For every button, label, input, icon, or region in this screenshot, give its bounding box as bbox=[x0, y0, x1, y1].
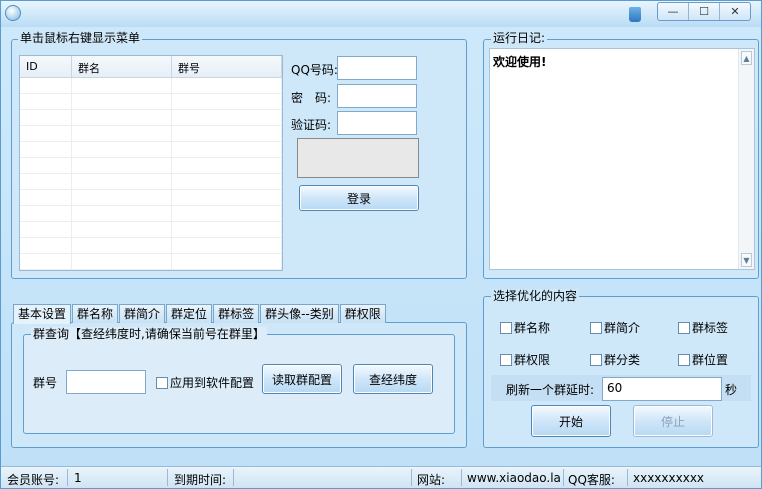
group-number-label: 群号 bbox=[33, 376, 58, 390]
read-group-config-button[interactable]: 读取群配置 bbox=[262, 364, 342, 394]
option-label: 群分类 bbox=[604, 353, 641, 367]
apply-config-checkbox[interactable]: 应用到软件配置 bbox=[156, 374, 254, 391]
option-group-location[interactable]: 群位置 bbox=[678, 351, 728, 368]
group-number-input[interactable] bbox=[66, 370, 146, 394]
password-label: 密 码: bbox=[291, 91, 332, 105]
column-group-number[interactable]: 群号 bbox=[172, 56, 282, 77]
table-row bbox=[20, 238, 282, 254]
check-coordinates-button[interactable]: 查经纬度 bbox=[353, 364, 433, 394]
tab-group-name[interactable]: 群名称 bbox=[72, 304, 119, 323]
captcha-input[interactable] bbox=[337, 111, 417, 135]
tab-group-intro[interactable]: 群简介 bbox=[119, 304, 166, 323]
table-header: ID 群名 群号 bbox=[20, 56, 282, 78]
option-group-name[interactable]: 群名称 bbox=[500, 319, 550, 336]
status-divider bbox=[67, 469, 68, 486]
option-group-intro[interactable]: 群简介 bbox=[590, 319, 640, 336]
table-row bbox=[20, 110, 282, 126]
title-bar: — ☐ ✕ bbox=[1, 1, 761, 27]
qq-label: QQ号码: bbox=[291, 63, 338, 77]
delay-unit: 秒 bbox=[725, 383, 738, 397]
table-row bbox=[20, 78, 282, 94]
apply-config-label: 应用到软件配置 bbox=[170, 376, 255, 390]
checkbox-icon bbox=[500, 321, 512, 334]
scroll-down-icon[interactable]: ▼ bbox=[741, 253, 752, 267]
app-logo-icon bbox=[5, 5, 21, 21]
status-divider bbox=[627, 469, 628, 486]
table-row bbox=[20, 94, 282, 110]
status-divider bbox=[167, 469, 168, 486]
log-panel-title: 运行日记: bbox=[491, 31, 548, 45]
qq-number-input[interactable] bbox=[337, 56, 417, 80]
captcha-image[interactable] bbox=[297, 138, 419, 178]
member-label: 会员账号: bbox=[7, 473, 60, 487]
status-bar: 会员账号: 1 到期时间: 网站: www.xiaodao.la QQ客服: x… bbox=[1, 466, 761, 488]
option-label: 群标签 bbox=[692, 321, 729, 335]
table-row bbox=[20, 142, 282, 158]
tab-group-permission[interactable]: 群权限 bbox=[339, 304, 386, 323]
option-label: 群权限 bbox=[514, 353, 551, 367]
table-row bbox=[20, 254, 282, 270]
status-divider bbox=[233, 469, 234, 486]
window-controls: — ☐ ✕ bbox=[657, 2, 751, 21]
member-value: 1 bbox=[74, 471, 82, 485]
checkbox-icon bbox=[500, 353, 512, 366]
log-textarea[interactable]: 欢迎使用! ▲ ▼ bbox=[489, 48, 755, 270]
table-row bbox=[20, 174, 282, 190]
log-scrollbar[interactable]: ▲ ▼ bbox=[738, 49, 754, 269]
tab-group-tags[interactable]: 群标签 bbox=[213, 304, 260, 323]
qq-service-value: xxxxxxxxxx bbox=[633, 471, 705, 485]
site-label: 网站: bbox=[417, 473, 446, 487]
option-label: 群简介 bbox=[604, 321, 641, 335]
checkbox-icon bbox=[590, 353, 602, 366]
checkbox-icon bbox=[590, 321, 602, 334]
checkbox-icon bbox=[678, 321, 690, 334]
qq-service-label: QQ客服: bbox=[568, 473, 615, 487]
app-window: — ☐ ✕ 单击鼠标右键显示菜单 ID 群名 群号 QQ号码: 密 码: 验证码… bbox=[0, 0, 762, 489]
delay-input[interactable]: 60 bbox=[602, 377, 722, 401]
stop-button[interactable]: 停止 bbox=[633, 405, 713, 437]
optimize-panel-title: 选择优化的内容 bbox=[491, 289, 580, 303]
table-row bbox=[20, 126, 282, 142]
group-table[interactable]: ID 群名 群号 bbox=[19, 55, 283, 271]
expire-label: 到期时间: bbox=[174, 473, 227, 487]
table-row bbox=[20, 158, 282, 174]
site-link[interactable]: www.xiaodao.la bbox=[467, 471, 561, 485]
table-row bbox=[20, 222, 282, 238]
table-row bbox=[20, 190, 282, 206]
option-group-permission[interactable]: 群权限 bbox=[500, 351, 550, 368]
login-button[interactable]: 登录 bbox=[299, 185, 419, 211]
status-divider bbox=[461, 469, 462, 486]
status-divider bbox=[563, 469, 564, 486]
tab-group-location[interactable]: 群定位 bbox=[166, 304, 213, 323]
table-panel-title: 单击鼠标右键显示菜单 bbox=[18, 31, 143, 45]
option-label: 群位置 bbox=[692, 353, 729, 367]
checkbox-icon bbox=[156, 376, 168, 389]
status-divider bbox=[411, 469, 412, 486]
tab-group-avatar[interactable]: 群头像--类别 bbox=[260, 304, 339, 323]
password-input[interactable] bbox=[337, 84, 417, 108]
query-group-title: 群查询【查经纬度时,请确保当前号在群里】 bbox=[31, 327, 267, 341]
log-text: 欢迎使用! bbox=[493, 55, 547, 69]
minimize-button[interactable]: — bbox=[658, 3, 689, 20]
maximize-button[interactable]: ☐ bbox=[689, 3, 720, 20]
checkbox-icon bbox=[678, 353, 690, 366]
option-group-category[interactable]: 群分类 bbox=[590, 351, 640, 368]
close-button[interactable]: ✕ bbox=[720, 3, 750, 20]
column-id[interactable]: ID bbox=[20, 56, 72, 77]
settings-tabs: 基本设置 群名称 群简介 群定位 群标签 群头像--类别 群权限 bbox=[13, 304, 387, 324]
table-row bbox=[20, 206, 282, 222]
start-button[interactable]: 开始 bbox=[531, 405, 611, 437]
skin-icon[interactable] bbox=[629, 7, 641, 22]
tab-basic-settings[interactable]: 基本设置 bbox=[13, 304, 72, 324]
column-group-name[interactable]: 群名 bbox=[72, 56, 172, 77]
option-group-tags[interactable]: 群标签 bbox=[678, 319, 728, 336]
captcha-label: 验证码: bbox=[291, 118, 332, 132]
option-label: 群名称 bbox=[514, 321, 551, 335]
delay-label: 刷新一个群延时: bbox=[506, 383, 595, 397]
scroll-up-icon[interactable]: ▲ bbox=[741, 51, 752, 65]
